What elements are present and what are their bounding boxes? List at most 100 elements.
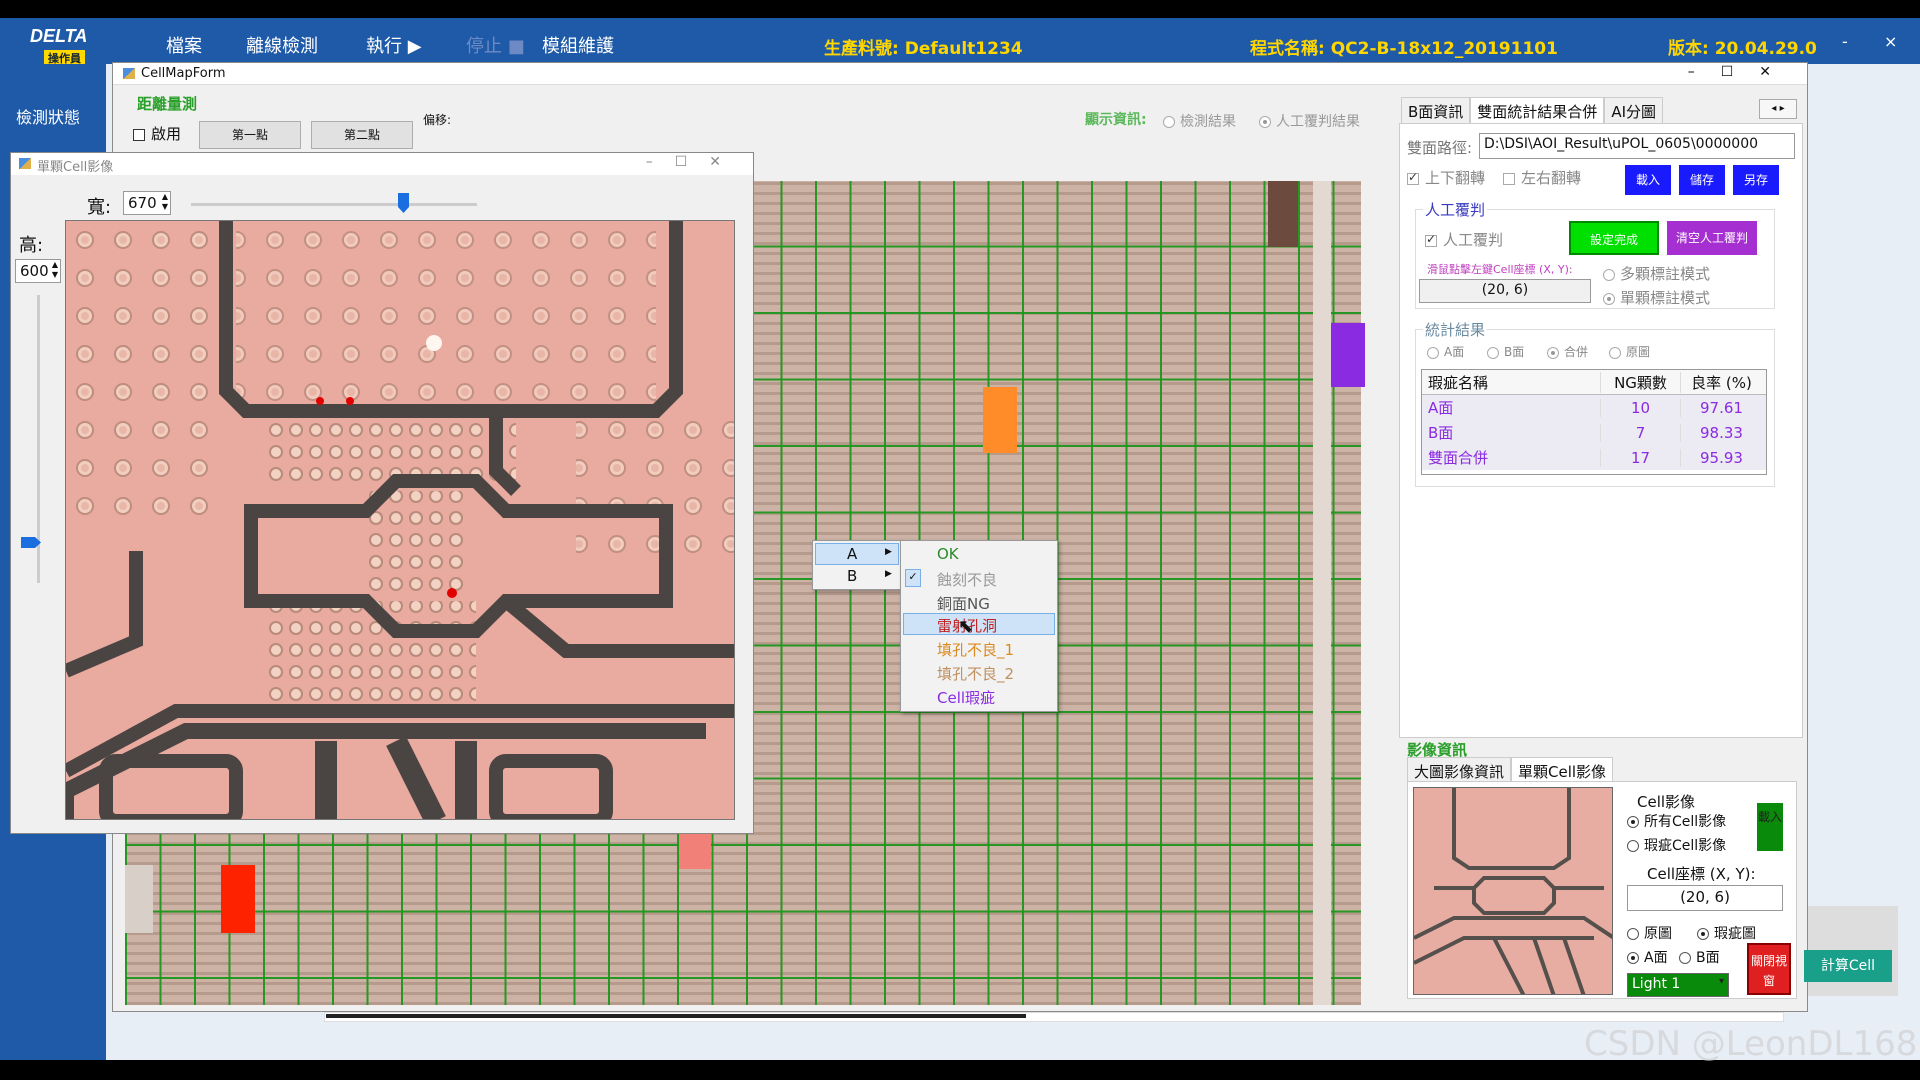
maximize-icon[interactable]: ☐ [1721,64,1760,80]
stats-option-a[interactable]: A面 [1427,343,1464,360]
menu-side-b[interactable]: B [847,567,857,585]
tab-ai-map[interactable]: AI分圖 [1604,97,1663,125]
spin-icon[interactable]: ▲ ▼ [52,260,58,280]
enable-check-icon[interactable] [133,128,145,141]
tab-b-side-info[interactable]: B面資訊 [1401,97,1471,125]
cell-image-view[interactable] [65,220,735,820]
multi-mode-radio[interactable]: 多顆標註模式 [1603,263,1710,284]
minimize-icon[interactable]: – [1688,64,1721,80]
light-select[interactable]: Light 1 ▾ [1627,973,1729,997]
cell-mark-orange[interactable] [983,387,1017,453]
menu-item-etch-defect[interactable]: 蝕刻不良 [937,569,997,590]
height-value: 600 [20,262,49,280]
radio-icon[interactable] [1679,952,1691,964]
close-icon[interactable]: ✕ [709,154,743,170]
cell-coord-field[interactable]: (20, 6) [1627,885,1783,911]
close-window-button[interactable]: 關閉視窗 [1747,943,1791,995]
first-point-button[interactable]: 第一點 [199,121,301,149]
radio-icon[interactable] [1427,346,1439,359]
all-cells-radio[interactable]: 所有Cell影像 [1627,811,1726,831]
slider-track[interactable] [191,203,477,206]
height-stepper[interactable]: 600 ▲ ▼ [15,259,61,283]
save-button[interactable]: 儲存 [1679,165,1725,195]
menu-item-ok[interactable]: OK [937,545,959,563]
minimize-button[interactable]: - [1842,32,1848,51]
cell-mark-purple[interactable] [1331,323,1365,387]
radio-icon[interactable] [1259,116,1271,128]
flip-horizontal-checkbox[interactable]: 左右翻轉 [1503,167,1581,188]
width-stepper[interactable]: 670 ▲ ▼ [123,191,171,215]
path-input[interactable]: D:\DSI\AOI_Result\uPOL_0605\0000000 [1479,133,1795,159]
save-as-button[interactable]: 另存 [1733,165,1779,195]
flip-vertical-checkbox[interactable]: 上下翻轉 [1407,167,1485,188]
menu-item-fill-defect-2[interactable]: 填孔不良_2 [937,663,1014,684]
calc-cell-button[interactable]: 計算Cell [1804,950,1892,982]
spin-icon[interactable]: ▲ ▼ [162,192,168,212]
chevron-down-icon[interactable]: ▾ [1719,976,1724,987]
menu-side-a[interactable]: A [847,545,857,563]
menu-module-maintain[interactable]: 模組維護 [542,32,614,58]
orig-image-radio[interactable]: 原圖 [1627,923,1672,943]
stats-option-orig[interactable]: 原圖 [1609,343,1650,360]
table-row[interactable]: 雙面合併 17 95.93 [1422,445,1766,470]
check-icon[interactable] [1425,232,1437,247]
chevron-left-icon[interactable]: ◂ [1771,103,1776,114]
defect-cells-radio[interactable]: 瑕疵Cell影像 [1627,835,1726,855]
menu-item-copper-ng[interactable]: 銅面NG [937,593,990,614]
menu-file[interactable]: 檔案 [166,32,202,58]
radio-icon[interactable] [1603,292,1615,305]
inspection-status-label[interactable]: 檢測狀態 [16,104,80,128]
slider-thumb[interactable] [398,193,409,213]
maximize-icon[interactable]: ☐ [675,154,710,170]
table-row[interactable]: B面 7 98.33 [1422,420,1766,445]
check-icon[interactable] [1407,170,1419,185]
radio-icon[interactable] [1627,840,1639,852]
menu-item-fill-defect-1[interactable]: 填孔不良_1 [937,639,1014,660]
menu-run[interactable]: 執行 ▶ [366,32,422,58]
radio-icon[interactable] [1487,346,1499,359]
map-edge-cell [125,865,153,933]
single-mode-radio[interactable]: 單顆標註模式 [1603,287,1710,308]
width-slider[interactable] [183,193,483,217]
radio-icon[interactable] [1627,952,1639,964]
check-icon[interactable] [1503,172,1515,185]
stats-option-b[interactable]: B面 [1487,343,1524,360]
cell-thumbnail[interactable] [1413,787,1613,995]
close-icon[interactable]: ✕ [1759,64,1797,80]
menu-item-cell-defect[interactable]: Cell瑕疵 [937,687,995,708]
manual-coord-field[interactable]: (20, 6) [1419,279,1591,303]
row-name: A面 [1428,399,1454,417]
tab-merge-stats[interactable]: 雙面統計結果合併 [1470,97,1605,125]
menu-stop[interactable]: 停止 ■ [466,32,525,58]
manual-review-checkbox[interactable]: 人工覆判 [1425,229,1503,250]
chevron-right-icon[interactable]: ▸ [1780,103,1785,114]
side-a-radio[interactable]: A面 [1627,947,1668,967]
radio-icon[interactable] [1609,346,1621,359]
side-b-radio[interactable]: B面 [1679,947,1720,967]
stats-option-merge[interactable]: 合併 [1547,343,1588,360]
set-done-button[interactable]: 設定完成 [1569,221,1659,255]
radio-icon[interactable] [1627,928,1639,940]
radio-icon[interactable] [1547,346,1559,359]
radio-icon[interactable] [1697,928,1709,940]
offset-label: 偏移: [423,113,452,127]
enable-checkbox[interactable]: 啟用 [133,123,181,144]
display-option-manual[interactable]: 人工覆判結果 [1259,111,1360,131]
table-row[interactable]: A面 10 97.61 [1422,395,1766,420]
radio-icon[interactable] [1603,268,1615,281]
radio-icon[interactable] [1627,816,1639,828]
minimize-icon[interactable]: – [646,154,675,170]
cell-mark-brown[interactable] [1268,181,1298,247]
close-button[interactable]: × [1884,32,1897,51]
load-button[interactable]: 載入 [1625,165,1671,195]
clear-manual-button[interactable]: 清空人工覆判 [1667,221,1757,255]
tab-scroll-buttons[interactable]: ◂ ▸ [1759,99,1797,119]
scrollbar-thumb[interactable] [326,1014,1026,1018]
display-option-inspect[interactable]: 檢測結果 [1163,111,1236,131]
menu-offline-inspect[interactable]: 離線檢測 [246,32,318,58]
defect-image-radio[interactable]: 瑕疵圖 [1697,923,1756,943]
second-point-button[interactable]: 第二點 [311,121,413,149]
load-cell-image-button[interactable]: 載入 [1757,803,1783,851]
radio-icon[interactable] [1163,116,1175,128]
cell-mark-red[interactable] [221,865,255,933]
